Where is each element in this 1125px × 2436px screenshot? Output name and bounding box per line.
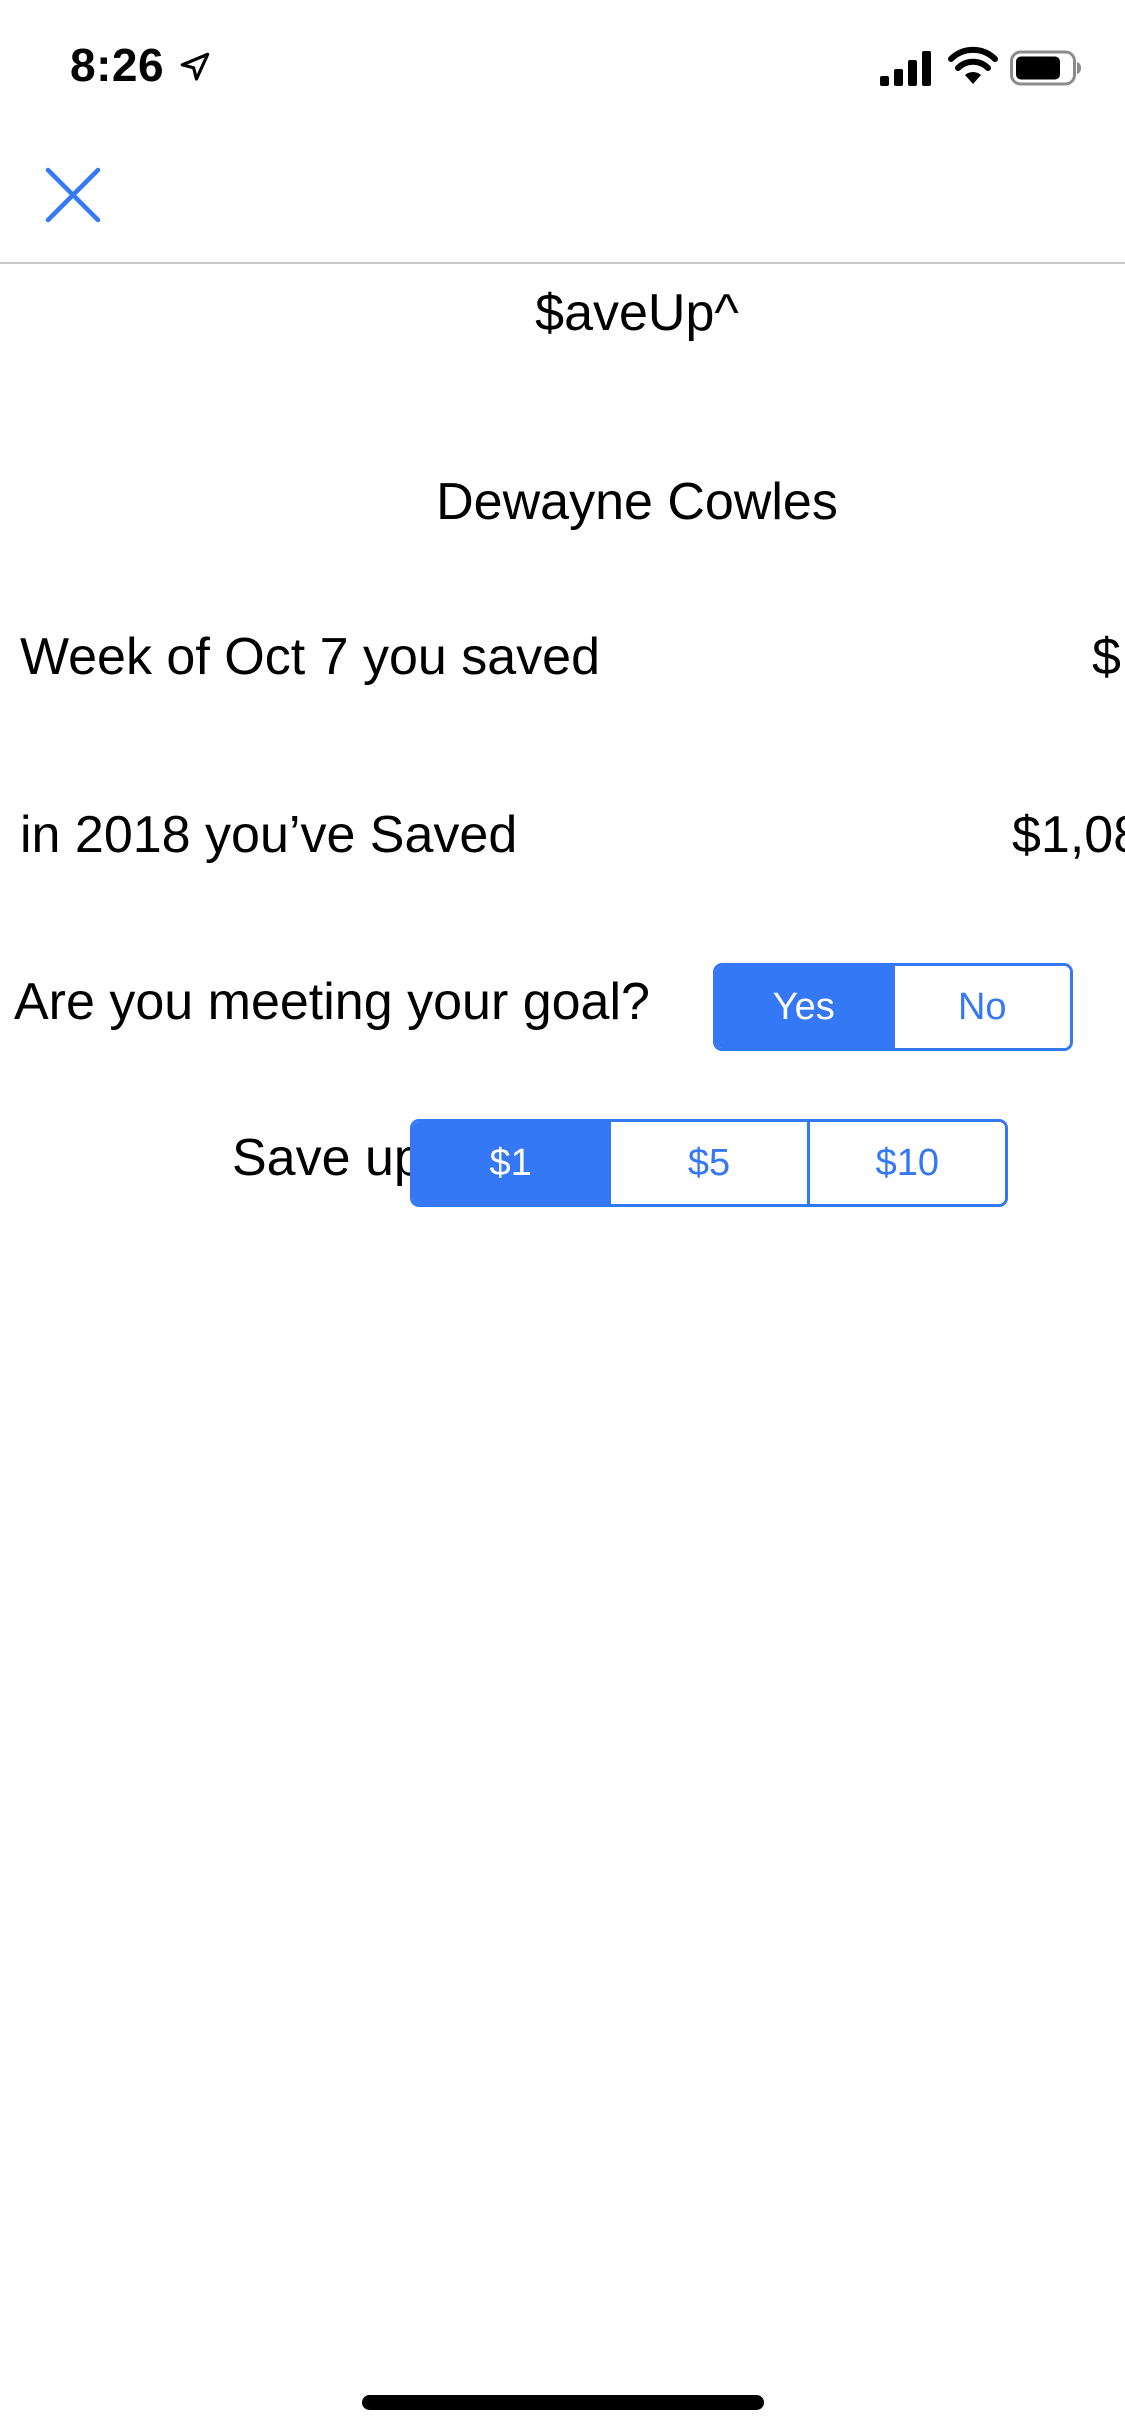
goal-no-segment[interactable]: No bbox=[891, 966, 1070, 1048]
status-time: 8:26 bbox=[70, 39, 165, 91]
close-icon[interactable] bbox=[38, 160, 108, 230]
cellular-signal-icon bbox=[880, 51, 931, 86]
year-saved-value: $1,08 bbox=[1012, 806, 1125, 864]
nav-bar bbox=[0, 132, 1125, 264]
year-saved-label: in 2018 you’ve Saved bbox=[20, 806, 518, 864]
goal-segmented-control: Yes No bbox=[713, 963, 1073, 1051]
amount-segmented-control: $1 $5 $10 bbox=[410, 1119, 1008, 1207]
goal-question-label: Are you meeting your goal? bbox=[14, 973, 650, 1031]
user-name: Dewayne Cowles bbox=[436, 473, 838, 531]
week-saved-value: $ bbox=[1092, 628, 1121, 686]
home-indicator bbox=[362, 2395, 764, 2410]
amount-1-segment[interactable]: $1 bbox=[413, 1122, 609, 1204]
location-arrow-icon bbox=[180, 52, 210, 81]
goal-yes-segment[interactable]: Yes bbox=[716, 966, 892, 1048]
amount-10-segment[interactable]: $10 bbox=[806, 1122, 1005, 1204]
week-saved-label: Week of Oct 7 you saved bbox=[20, 628, 600, 686]
amount-5-segment[interactable]: $5 bbox=[608, 1122, 807, 1204]
app-title: $aveUp^ bbox=[535, 284, 739, 342]
wifi-icon bbox=[948, 46, 998, 84]
battery-icon bbox=[1010, 50, 1081, 86]
status-bar: 8:26 bbox=[0, 0, 1125, 132]
